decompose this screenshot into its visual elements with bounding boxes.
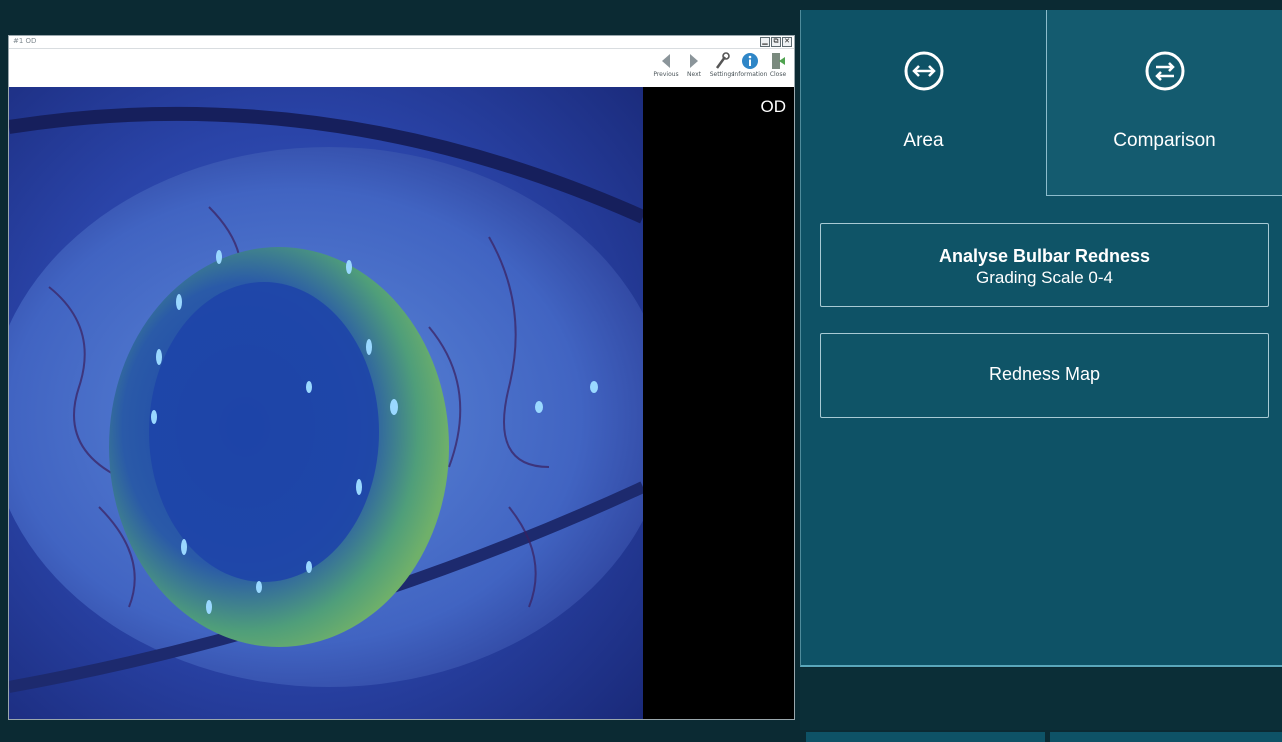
eye-side-label: OD xyxy=(760,97,787,116)
image-display-area[interactable]: OD xyxy=(9,87,794,719)
arrow-right-icon xyxy=(689,51,699,71)
redness-map-label: Redness Map xyxy=(988,364,1101,384)
information-icon xyxy=(741,51,759,71)
analyse-button-title: Analyse Bulbar Redness xyxy=(938,246,1151,266)
horizontal-arrows-icon xyxy=(903,50,945,96)
tab-comparison-label: Comparison xyxy=(1113,130,1216,151)
analysis-panel: Area Comparison Analyse Bulbar Redness G… xyxy=(800,10,1282,667)
bottom-bar xyxy=(800,668,1282,730)
bottom-tab-right[interactable] xyxy=(1050,732,1282,742)
tab-comparison[interactable]: Comparison xyxy=(1046,10,1282,196)
settings-label: Settings xyxy=(709,71,735,78)
viewer-toolbar: Previous Next Settings Information Close xyxy=(9,49,794,87)
close-viewer-button[interactable]: Close xyxy=(766,51,790,78)
close-door-icon xyxy=(770,51,786,71)
arrow-left-icon xyxy=(661,51,671,71)
viewer-window-title: #1 OD xyxy=(13,37,37,45)
previous-label: Previous xyxy=(653,71,679,78)
bottom-tab-left[interactable] xyxy=(806,732,1045,742)
window-controls: ▁ ⧉ ✕ xyxy=(760,37,792,47)
viewer-titlebar: #1 OD ▁ ⧉ ✕ xyxy=(9,36,794,49)
information-label: Information xyxy=(732,71,768,78)
minimize-button[interactable]: ▁ xyxy=(760,37,770,47)
analyse-button-subtitle: Grading Scale 0-4 xyxy=(975,268,1114,287)
next-button[interactable]: Next xyxy=(682,51,706,78)
previous-button[interactable]: Previous xyxy=(653,51,679,78)
tab-area[interactable]: Area xyxy=(801,10,1046,196)
eye-fluorescein-image xyxy=(9,87,643,719)
redness-map-button[interactable]: Redness Map xyxy=(820,333,1269,418)
restore-button[interactable]: ⧉ xyxy=(771,37,781,47)
close-window-button[interactable]: ✕ xyxy=(782,37,792,47)
information-button[interactable]: Information xyxy=(733,51,767,78)
next-label: Next xyxy=(687,71,701,78)
swap-arrows-icon xyxy=(1144,50,1186,96)
settings-icon xyxy=(714,51,730,71)
settings-button[interactable]: Settings xyxy=(710,51,734,78)
close-label: Close xyxy=(769,71,787,78)
analyse-bulbar-redness-button[interactable]: Analyse Bulbar Redness Grading Scale 0-4 xyxy=(820,223,1269,307)
image-viewer-window: #1 OD ▁ ⧉ ✕ Previous Next Settings Infor… xyxy=(8,35,795,720)
tab-area-label: Area xyxy=(903,130,944,151)
